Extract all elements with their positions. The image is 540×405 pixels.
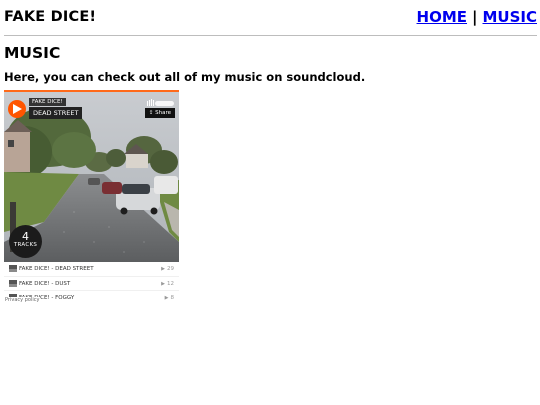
play-icon — [13, 104, 22, 114]
soundcloud-logo-icon[interactable] — [147, 99, 175, 106]
tracks-label: TRACKS — [13, 242, 38, 248]
soundcloud-player: FAKE DICE! DEAD STREET ⇪ Share 4 TRACKS … — [4, 90, 179, 304]
main-nav: HOME | MUSIC — [417, 8, 537, 26]
site-title: FAKE DICE! — [4, 9, 97, 25]
track-artwork: FAKE DICE! DEAD STREET ⇪ Share 4 TRACKS — [4, 92, 179, 262]
nav-home-link[interactable]: HOME — [417, 8, 467, 26]
site-header: FAKE DICE! HOME | MUSIC — [4, 0, 537, 36]
nav-music-link[interactable]: MUSIC — [483, 8, 538, 26]
track-play-count: ▶ 12 — [161, 280, 174, 287]
artist-name[interactable]: FAKE DICE! — [29, 98, 66, 106]
tracks-count-badge: 4 TRACKS — [9, 225, 42, 258]
nav-separator: | — [472, 8, 478, 26]
privacy-policy-link[interactable]: Privacy policy — [4, 297, 41, 303]
share-label: Share — [155, 110, 171, 116]
track-play-count: ▶ 8 — [164, 295, 174, 301]
track-row[interactable]: FAKE DICE! - DEAD STREET ▶ 29 — [4, 262, 179, 277]
play-button[interactable] — [8, 100, 26, 118]
play-count-icon: ▶ — [161, 280, 165, 287]
play-count-icon: ▶ — [164, 295, 169, 301]
tracks-count: 4 — [22, 230, 29, 243]
page-title: MUSIC — [4, 44, 61, 62]
intro-text: Here, you can check out all of my music … — [4, 70, 366, 84]
track-title: FAKE DICE! - DUST — [19, 280, 71, 287]
share-button[interactable]: ⇪ Share — [144, 108, 175, 118]
play-count-icon: ▶ — [161, 266, 165, 272]
current-track-title[interactable]: DEAD STREET — [29, 107, 83, 119]
track-thumbnail — [9, 279, 17, 287]
track-row[interactable]: FAKE DICE! - DUST ▶ 12 — [4, 277, 179, 291]
track-thumbnail — [9, 265, 17, 272]
track-title: FAKE DICE! - DEAD STREET — [19, 266, 94, 272]
track-play-count: ▶ 29 — [161, 266, 174, 272]
